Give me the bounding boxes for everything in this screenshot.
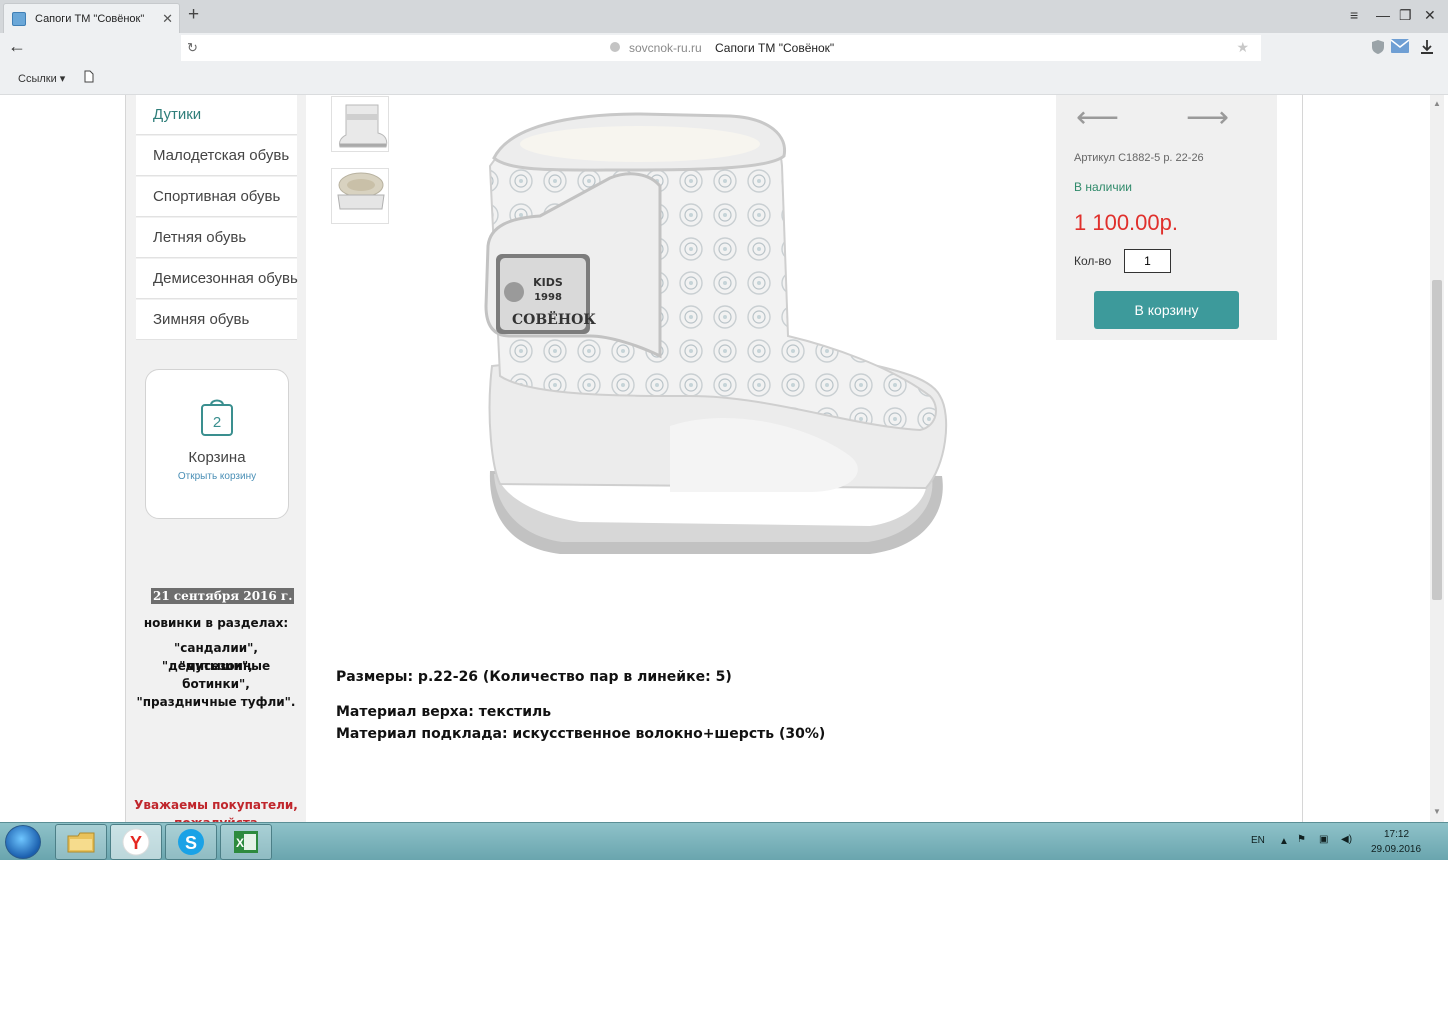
product-main-image[interactable]: KIDS 1998 СОВЁНОК	[470, 96, 958, 590]
stock-status: В наличии	[1074, 180, 1133, 194]
language-indicator[interactable]: EN	[1251, 835, 1265, 846]
product-price: 1 100.00р.	[1074, 210, 1178, 235]
start-button-icon[interactable]	[5, 825, 41, 859]
address-page-title: Сапоги ТМ "Совёнок"	[715, 41, 835, 55]
volume-icon[interactable]: ◀)	[1341, 834, 1352, 845]
action-center-flag-icon[interactable]: ⚑	[1297, 834, 1306, 845]
news-line: "демисезонные	[161, 659, 271, 673]
web-page: Дутики Малодетская обувь Спортивная обув…	[0, 95, 1448, 822]
open-cart-link[interactable]: Открыть корзину	[146, 471, 288, 482]
tray-expand-icon[interactable]: ▲	[1279, 836, 1289, 847]
prev-product-arrow-icon[interactable]: ⟵	[1076, 103, 1119, 133]
news-line: ботинки",	[182, 677, 250, 691]
menu-item-summer[interactable]: Летняя обувь	[136, 218, 297, 258]
close-window-icon[interactable]: ✕	[1424, 7, 1436, 24]
reload-icon[interactable]: ↻	[187, 40, 198, 56]
browser-toolbar: ← ↻ sovcnok-ru.ru Сапоги ТМ "Совёнок" ★	[0, 33, 1448, 63]
minimize-icon[interactable]: —	[1376, 7, 1390, 23]
scroll-up-arrow-icon[interactable]: ▲	[1433, 99, 1441, 108]
quantity-label: Кол-во	[1074, 254, 1112, 268]
bookmarks-links-folder[interactable]: Ссылки ▾	[18, 72, 65, 85]
back-button[interactable]: ←	[8, 36, 26, 57]
bookmark-star-icon[interactable]: ★	[1236, 39, 1249, 56]
customer-notice: Уважаемы покупатели, пожалуйста	[134, 796, 298, 822]
menu-item-toddler[interactable]: Малодетская обувь	[136, 136, 297, 176]
page-icon[interactable]	[84, 70, 94, 86]
product-thumbnail-2[interactable]	[331, 168, 389, 224]
shopping-bag-icon: 2	[201, 399, 233, 436]
cart-count: 2	[213, 414, 221, 431]
skype-icon[interactable]: S	[165, 824, 217, 860]
clock-date[interactable]: 29.09.2016	[1371, 844, 1421, 855]
new-tab-button[interactable]: +	[188, 5, 199, 25]
news-line: "праздничные туфли".	[136, 695, 296, 709]
buy-box: ⟵ ⟶ Артикул С1882-5 р. 22-26 В наличии 1…	[1056, 95, 1277, 340]
cart-label: Корзина	[188, 449, 246, 466]
menu-item-demiseason[interactable]: Демисезонная обувь	[136, 259, 298, 299]
menu-icon[interactable]: ≡	[1350, 7, 1358, 23]
next-product-arrow-icon[interactable]: ⟶	[1186, 103, 1229, 133]
site-favicon-icon	[12, 11, 26, 26]
network-icon[interactable]: ▣	[1319, 834, 1328, 845]
explorer-icon[interactable]	[55, 824, 107, 860]
add-to-cart-button[interactable]: В корзину	[1094, 291, 1239, 329]
tab-close-icon[interactable]: ✕	[162, 11, 173, 27]
address-bar[interactable]: ↻ sovcnok-ru.ru Сапоги ТМ "Совёнок" ★	[181, 35, 1261, 61]
menu-item-dutiki[interactable]: Дутики	[136, 95, 297, 135]
brand-name-label: СОВЁНОК	[512, 309, 596, 328]
shield-icon[interactable]	[1370, 39, 1386, 58]
browser-tabbar: Сапоги ТМ "Совёнок" ✕ + ≡ — ❐ ✕	[0, 0, 1448, 33]
restore-icon[interactable]: ❐	[1399, 7, 1412, 24]
brand-year-label: 1998	[534, 292, 562, 303]
tab-title: Сапоги ТМ "Совёнок"	[35, 12, 145, 25]
clock-time[interactable]: 17:12	[1384, 829, 1409, 840]
boot-thumbnail-image	[332, 97, 388, 151]
news-date: 21 сентября 2016 г.	[151, 588, 295, 604]
excel-icon[interactable]: X	[220, 824, 272, 860]
spec-sizes: Размеры: р.22-26 (Количество пар в линей…	[336, 669, 732, 685]
screen: Сапоги ТМ "Совёнок" ✕ + ≡ — ❐ ✕ ← ↻ sovc…	[0, 0, 1448, 1024]
scroll-down-arrow-icon[interactable]: ▼	[1433, 807, 1441, 816]
browser-tab[interactable]: Сапоги ТМ "Совёнок" ✕	[3, 3, 180, 33]
scrollbar-thumb[interactable]	[1432, 280, 1442, 600]
svg-text:S: S	[185, 833, 197, 853]
menu-item-sport[interactable]: Спортивная обувь	[136, 177, 297, 217]
page-scrollbar[interactable]: ▲ ▼	[1430, 95, 1444, 822]
customer-notice-line: пожалуйста	[134, 814, 298, 822]
spec-upper-material: Материал верха: текстиль	[336, 704, 552, 720]
bookmarks-bar: Ссылки ▾	[0, 63, 1448, 95]
svg-text:X: X	[236, 836, 244, 850]
windows-taskbar: Y S X EN ▲ ⚑ ▣ ◀) 17:12 29.09.2016	[0, 822, 1448, 860]
mail-icon[interactable]	[1390, 39, 1410, 56]
boot-image: KIDS 1998 СОВЁНОК	[470, 96, 958, 590]
svg-text:Y: Y	[130, 833, 142, 853]
customer-notice-line: Уважаемы покупатели,	[134, 798, 298, 812]
site-info-icon[interactable]	[610, 42, 620, 52]
product-sku: Артикул С1882-5 р. 22-26	[1074, 152, 1204, 164]
yandex-browser-icon[interactable]: Y	[110, 824, 162, 860]
address-domain: sovcnok-ru.ru	[629, 41, 702, 55]
cart-widget[interactable]: 2 Корзина Открыть корзину	[145, 369, 289, 519]
brand-kids-label: KIDS	[533, 276, 563, 289]
spec-lining-material: Материал подклада: искусственное волокно…	[336, 726, 826, 742]
download-icon[interactable]	[1420, 39, 1434, 58]
menu-item-winter[interactable]: Зимняя обувь	[136, 300, 297, 340]
quantity-input[interactable]	[1124, 249, 1171, 273]
boot-inside-thumbnail-image	[332, 169, 388, 213]
product-thumbnail-1[interactable]	[331, 96, 389, 152]
news-heading: новинки в разделах:	[143, 616, 289, 630]
